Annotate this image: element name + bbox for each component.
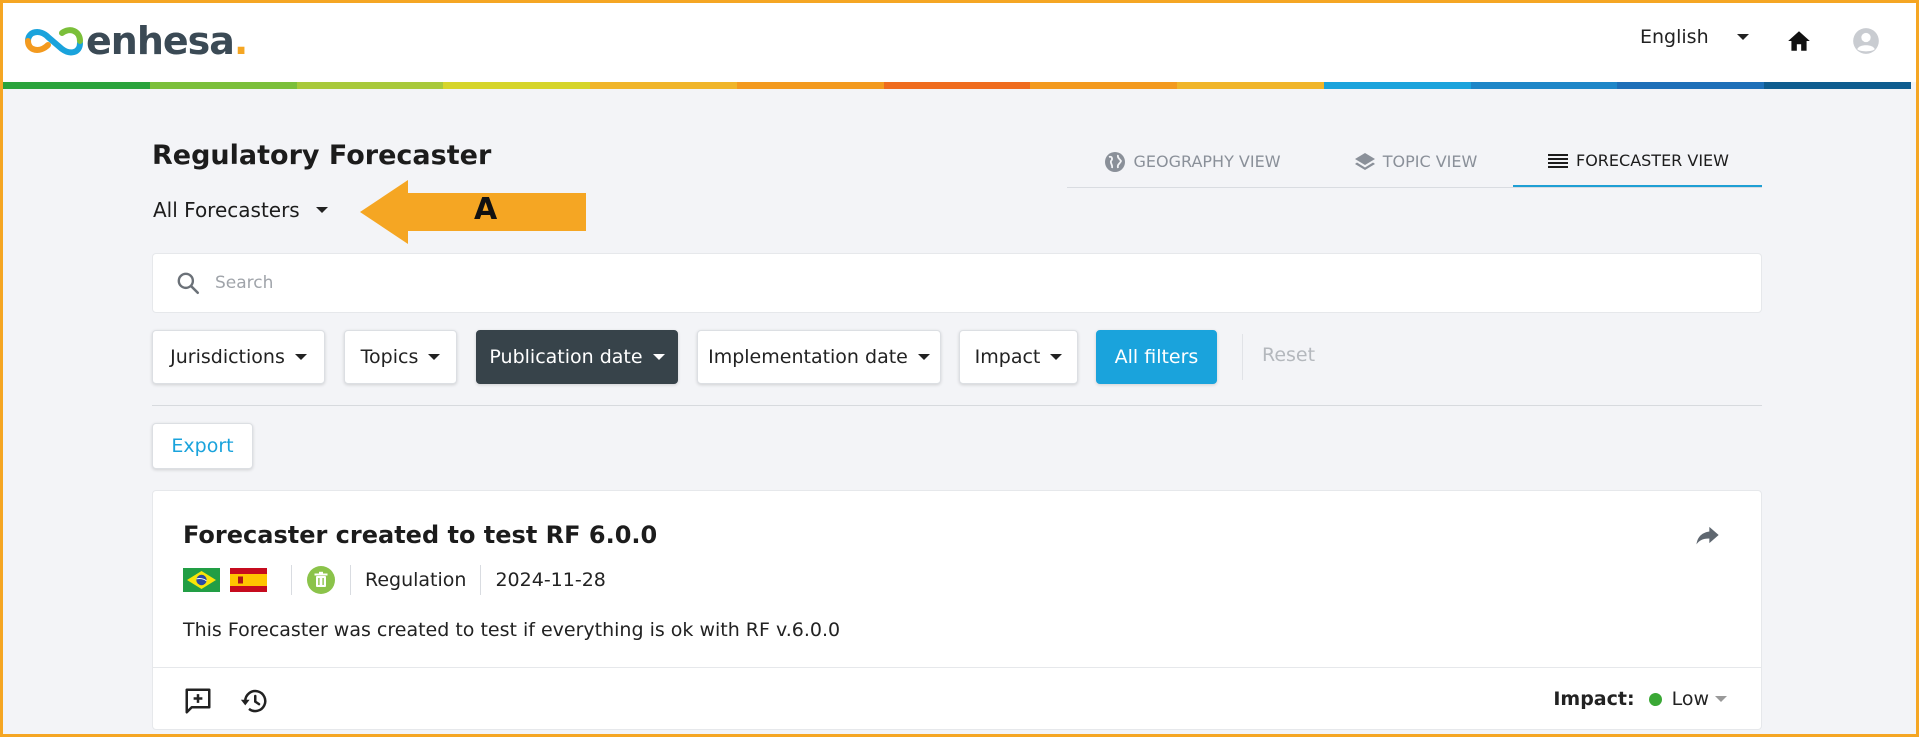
impact-label: Impact: xyxy=(1553,688,1635,710)
jurisdictions-filter-button[interactable]: Jurisdictions xyxy=(152,330,325,384)
chevron-down-icon xyxy=(652,354,665,360)
publication-date-label: Publication date xyxy=(489,346,643,368)
color-bar-segment xyxy=(1177,82,1324,89)
brazil-flag-icon xyxy=(183,568,220,592)
history-icon[interactable] xyxy=(239,686,269,716)
card-footer: Impact: Low xyxy=(153,667,1761,731)
user-icon[interactable] xyxy=(1852,27,1880,55)
app-header: enhesa. English xyxy=(0,0,1919,82)
forecaster-select[interactable]: All Forecasters xyxy=(153,198,328,222)
color-bar-segment xyxy=(296,82,444,89)
meta-divider xyxy=(350,565,351,595)
chevron-down-icon xyxy=(917,354,930,360)
forecaster-card: Forecaster created to test RF 6.0.0 Regu… xyxy=(152,490,1762,730)
color-bar-segment xyxy=(3,82,150,89)
topics-filter-button[interactable]: Topics xyxy=(344,330,457,384)
impact-filter-button[interactable]: Impact xyxy=(959,330,1078,384)
card-title[interactable]: Forecaster created to test RF 6.0.0 xyxy=(183,521,657,549)
search-icon xyxy=(177,272,200,295)
enhesa-logo-icon xyxy=(25,27,83,56)
annotation-arrow xyxy=(360,180,586,244)
forecaster-select-label: All Forecasters xyxy=(153,198,300,222)
color-bar-segment xyxy=(1470,82,1618,89)
globe-icon xyxy=(1105,151,1126,172)
all-filters-label: All filters xyxy=(1114,346,1199,368)
language-select[interactable]: English xyxy=(1640,26,1749,48)
divider xyxy=(152,405,1762,406)
search-input[interactable] xyxy=(215,273,1615,293)
color-bar-segment xyxy=(1617,82,1765,89)
list-icon xyxy=(1548,153,1568,168)
spain-flag-icon xyxy=(230,568,267,592)
tab-geography-view[interactable]: GEOGRAPHY VIEW xyxy=(1067,136,1317,187)
impact-indicator: Impact: Low xyxy=(1553,688,1727,710)
search-box xyxy=(152,253,1762,313)
impact-filter-label: Impact xyxy=(974,346,1041,368)
meta-divider xyxy=(291,565,292,595)
home-icon[interactable] xyxy=(1786,28,1812,54)
card-description: This Forecaster was created to test if e… xyxy=(183,619,841,641)
language-label: English xyxy=(1640,26,1709,48)
color-bar-segment xyxy=(443,82,591,89)
color-bar-segment xyxy=(1764,82,1911,89)
implementation-date-filter-button[interactable]: Implementation date xyxy=(697,330,941,384)
add-comment-icon[interactable] xyxy=(183,686,213,716)
jurisdictions-label: Jurisdictions xyxy=(170,346,285,368)
impact-value: Low xyxy=(1671,688,1709,710)
chevron-down-icon xyxy=(315,207,328,213)
color-bar-segment xyxy=(1030,82,1178,89)
tab-geography-label: GEOGRAPHY VIEW xyxy=(1133,152,1281,171)
chevron-down-icon xyxy=(1736,34,1749,40)
implementation-date-label: Implementation date xyxy=(708,346,908,368)
enhesa-logo[interactable]: enhesa. xyxy=(20,19,248,63)
impact-select[interactable]: Low xyxy=(1672,688,1727,710)
card-meta: Regulation 2024-11-28 xyxy=(183,563,606,597)
view-tabs: GEOGRAPHY VIEW TOPIC VIEW FORECASTER VIE… xyxy=(1067,136,1762,188)
publication-date-filter-button[interactable]: Publication date xyxy=(476,330,678,384)
color-bar-segment xyxy=(1323,82,1471,89)
filter-divider xyxy=(1242,334,1243,380)
color-bar-segment xyxy=(149,82,297,89)
all-filters-button[interactable]: All filters xyxy=(1096,330,1217,384)
tab-forecaster-view[interactable]: FORECASTER VIEW xyxy=(1513,136,1762,187)
impact-status-dot xyxy=(1648,692,1662,706)
card-date: 2024-11-28 xyxy=(495,569,606,591)
export-button[interactable]: Export xyxy=(152,423,253,469)
recycle-bin-icon xyxy=(307,566,335,594)
card-type: Regulation xyxy=(365,569,467,591)
tab-forecaster-label: FORECASTER VIEW xyxy=(1576,151,1729,170)
tab-topic-label: TOPIC VIEW xyxy=(1382,152,1478,171)
meta-divider xyxy=(480,565,482,595)
color-bar-segment xyxy=(883,82,1031,89)
share-icon[interactable] xyxy=(1693,521,1721,549)
annotation-label: A xyxy=(474,192,498,227)
tab-topic-view[interactable]: TOPIC VIEW xyxy=(1317,136,1513,187)
color-bar-segment xyxy=(736,82,884,89)
chevron-down-icon xyxy=(294,354,307,360)
brand-name: enhesa. xyxy=(86,19,248,63)
brand-color-bar xyxy=(3,82,1911,89)
page-title: Regulatory Forecaster xyxy=(152,140,492,171)
topics-label: Topics xyxy=(360,346,419,368)
reset-button[interactable]: Reset xyxy=(1262,344,1315,366)
chevron-down-icon xyxy=(428,354,441,360)
layers-icon xyxy=(1354,152,1375,170)
color-bar-segment xyxy=(590,82,737,89)
chevron-down-icon xyxy=(1050,354,1063,360)
chevron-down-icon xyxy=(1715,696,1727,702)
